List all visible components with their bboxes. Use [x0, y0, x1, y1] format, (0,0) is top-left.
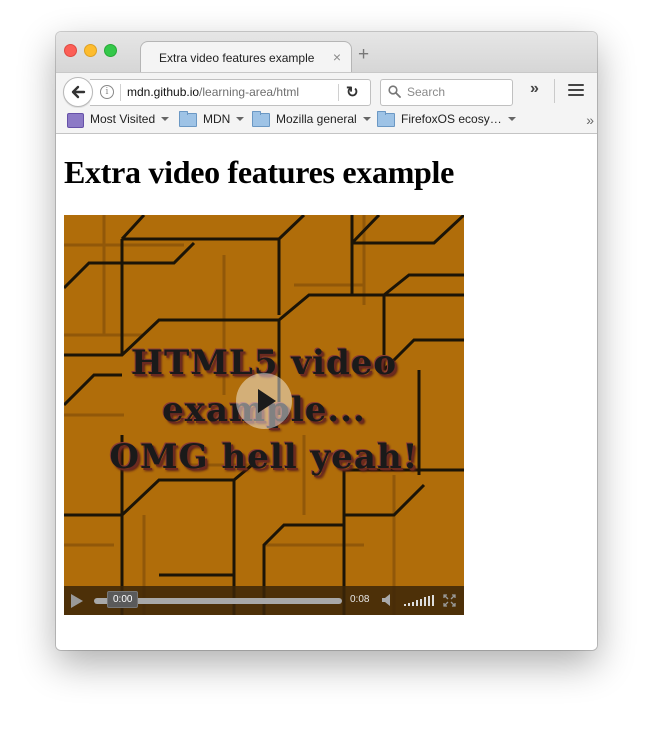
url-path: /learning-area/html	[199, 85, 300, 99]
chevron-down-icon	[236, 116, 245, 121]
volume-slider[interactable]	[404, 595, 436, 607]
url-divider	[120, 84, 121, 101]
video-controls: 0:00 0:08	[64, 586, 464, 615]
browser-window: Extra video features example × + i mdn.g…	[56, 32, 597, 650]
folder-icon	[252, 111, 270, 127]
tab-title: Extra video features example	[159, 51, 315, 65]
nav-bar: i mdn.github.io/learning-area/html ↻ Sea…	[56, 72, 597, 109]
bookmarks-bar: Most Visited MDN Mozilla general Firefox…	[56, 108, 597, 134]
url-host: mdn.github.io	[127, 85, 200, 99]
chevron-down-icon	[362, 116, 371, 121]
big-play-button[interactable]	[236, 373, 292, 429]
reload-icon[interactable]: ↻	[346, 83, 359, 101]
window-maximize-button[interactable]	[104, 44, 117, 57]
new-tab-button[interactable]: +	[358, 45, 369, 64]
page-title: Extra video features example	[64, 154, 455, 190]
play-icon[interactable]	[71, 594, 83, 608]
chevron-down-icon	[507, 116, 516, 121]
tab-strip: Extra video features example × +	[56, 32, 597, 73]
back-button[interactable]	[63, 77, 93, 107]
search-icon	[388, 85, 401, 98]
url-text[interactable]: mdn.github.io/learning-area/html	[127, 85, 299, 99]
tab-active[interactable]: Extra video features example ×	[140, 41, 352, 73]
search-bar[interactable]: Search	[380, 79, 513, 106]
bookmark-mdn[interactable]: MDN	[179, 111, 245, 129]
reload-divider	[338, 84, 339, 101]
video-player[interactable]: HTML5 video example... OMG hell yeah! 0:…	[64, 215, 464, 615]
toolbar-overflow-button[interactable]: »	[530, 80, 539, 98]
back-arrow-icon	[71, 85, 86, 99]
bookmark-firefoxos[interactable]: FirefoxOS ecosy…	[377, 111, 516, 129]
folder-icon	[179, 111, 197, 127]
video-overlay-line: OMG hell yeah!	[109, 437, 419, 477]
chevron-down-icon	[161, 116, 170, 121]
window-minimize-button[interactable]	[84, 44, 97, 57]
window-close-button[interactable]	[64, 44, 77, 57]
bookmark-most-visited[interactable]: Most Visited	[67, 112, 170, 129]
most-visited-icon	[67, 113, 84, 128]
bookmark-label: FirefoxOS ecosy…	[401, 112, 502, 126]
page-content: Extra video features example HTML5 video…	[56, 134, 597, 650]
hamburger-menu-icon[interactable]	[568, 84, 584, 97]
tab-close-icon[interactable]: ×	[333, 49, 341, 65]
seek-bar[interactable]: 0:00	[94, 591, 342, 608]
info-icon[interactable]: i	[100, 85, 114, 99]
bookmarks-overflow-icon[interactable]: »	[586, 112, 594, 128]
bookmark-mozilla-general[interactable]: Mozilla general	[252, 111, 371, 129]
volume-icon[interactable]	[381, 593, 393, 607]
bookmark-label: MDN	[203, 112, 231, 126]
bookmark-label: Most Visited	[90, 112, 156, 126]
fullscreen-icon[interactable]	[443, 594, 456, 607]
url-bar[interactable]: i mdn.github.io/learning-area/html ↻	[90, 79, 371, 106]
folder-icon	[377, 111, 395, 127]
search-placeholder: Search	[407, 85, 446, 99]
current-time: 0:00	[107, 591, 139, 608]
bookmark-label: Mozilla general	[276, 112, 357, 126]
toolbar-divider	[554, 79, 555, 103]
duration: 0:08	[350, 594, 370, 605]
